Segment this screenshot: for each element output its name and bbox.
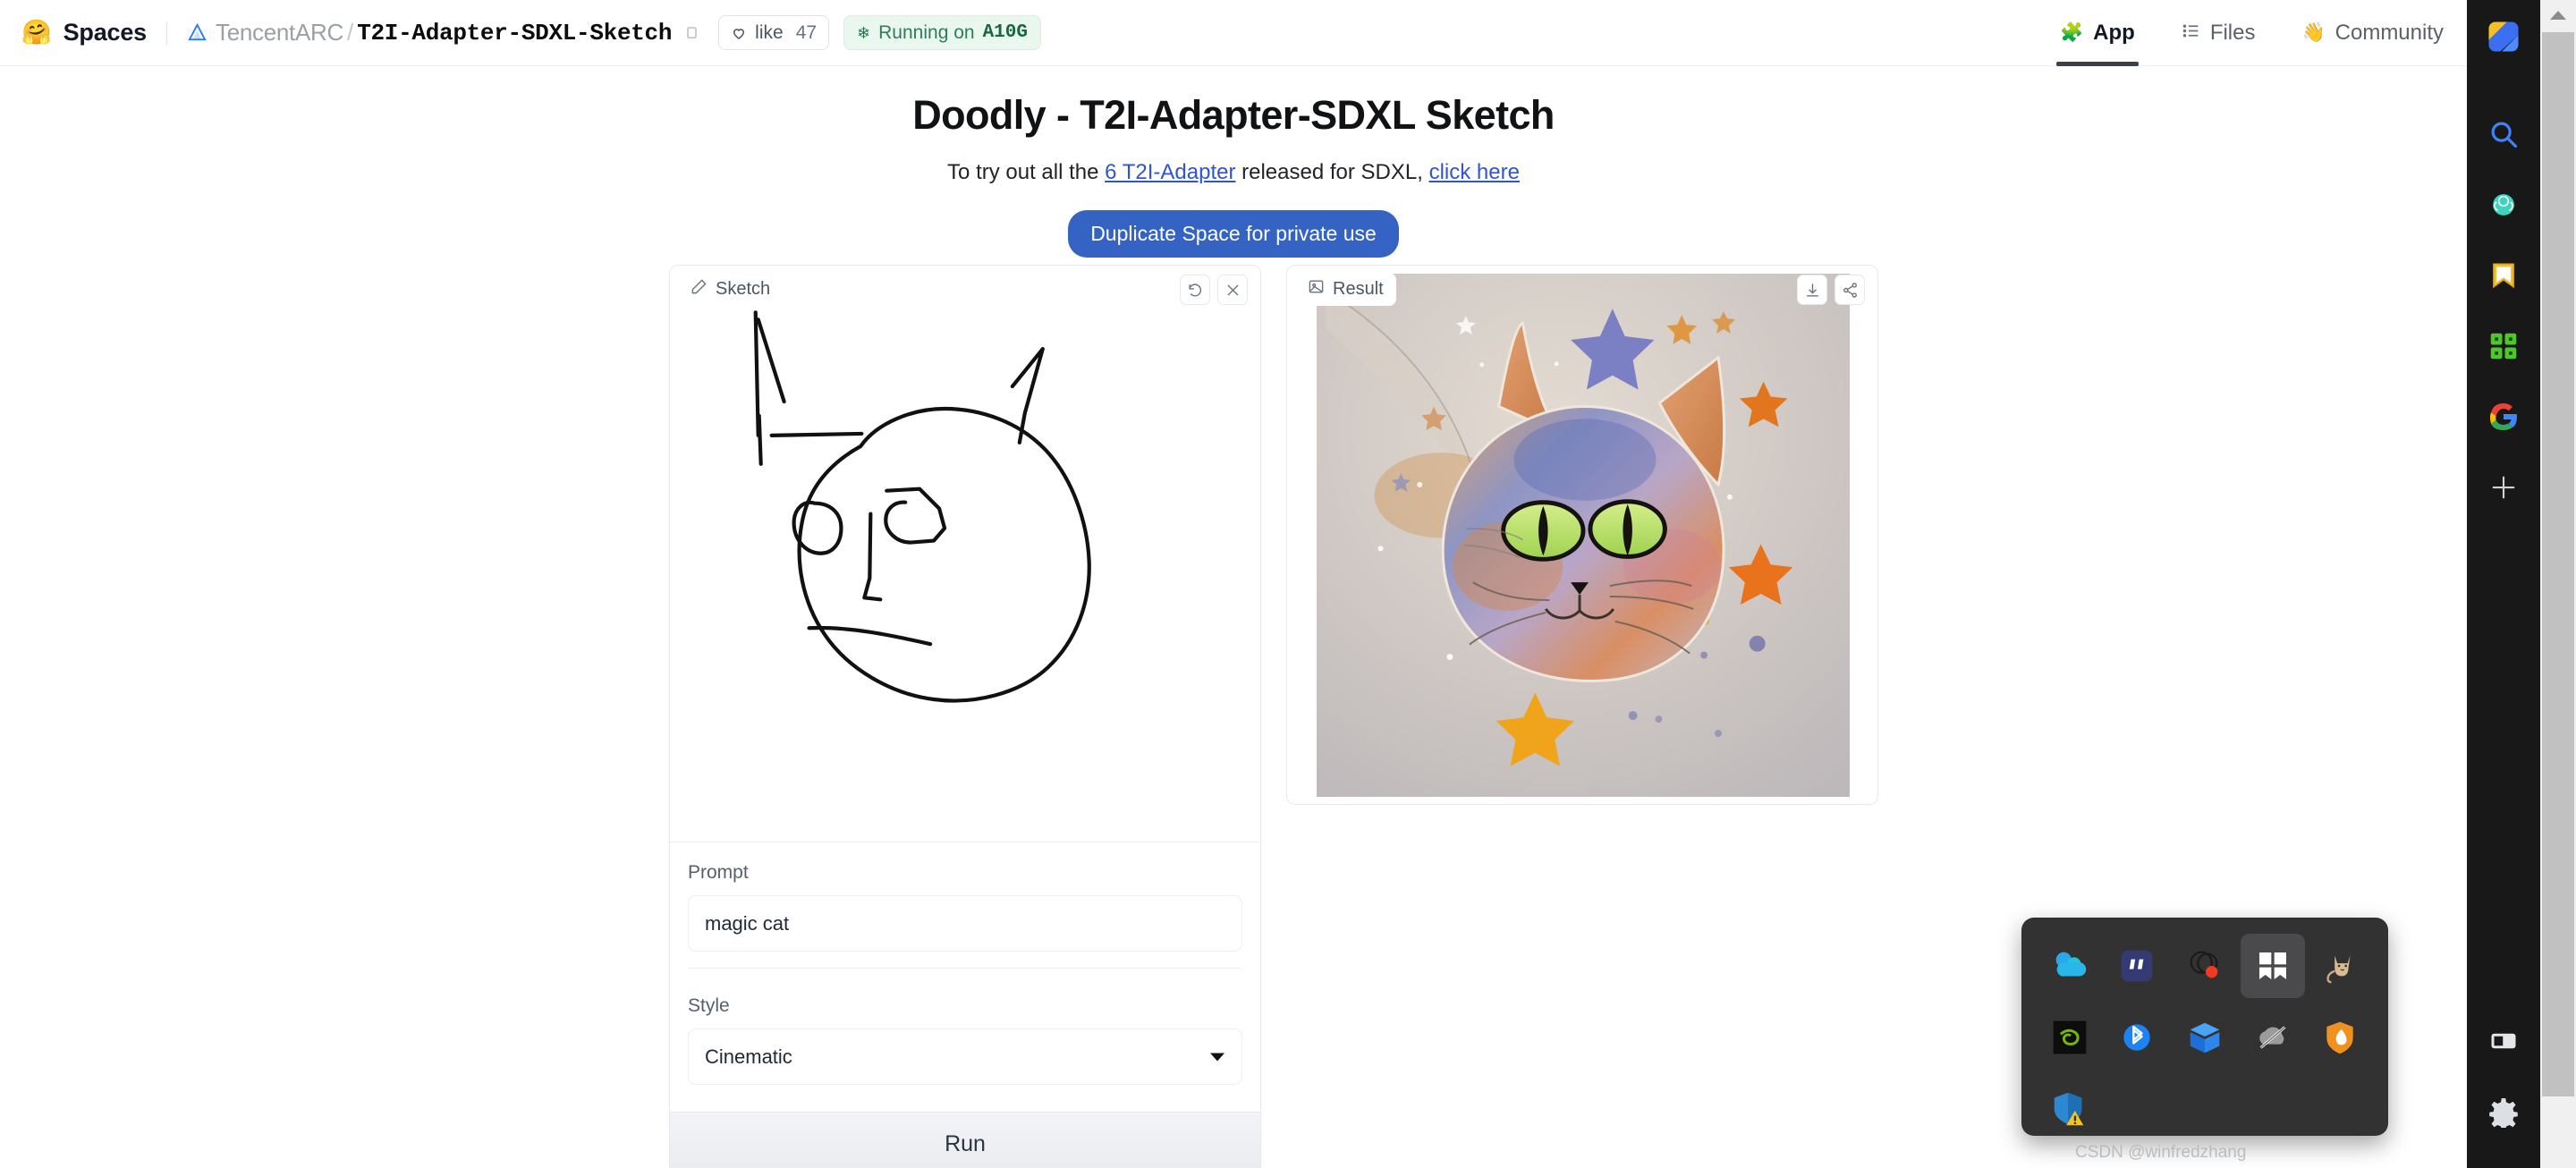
csdn-watermark: CSDN @winfredzhang [2075,1143,2247,1162]
page-subtitle: To try out all the 6 T2I-Adapter release… [0,160,2467,185]
windows-security-warning-icon[interactable] [2038,1077,2102,1141]
gear-icon[interactable] [2478,1086,2529,1138]
undo-button[interactable] [1180,275,1210,305]
runtime-hardware: A10G [982,22,1028,43]
google-icon[interactable] [2478,391,2529,443]
copy-icon[interactable] [682,25,699,41]
style-field-block: Style Cinematic [670,976,1260,1092]
sketch-panel-label: Sketch [716,279,771,299]
clear-sketch-button[interactable] [1217,275,1248,305]
tab-files[interactable]: Files [2158,0,2279,66]
tab-community-label: Community [2334,20,2444,45]
tab-app[interactable]: 🧩 App [2037,0,2158,66]
main-content-row: Sketch Prompt magic cat Style Cinematic … [669,265,1878,1168]
site-header: 🤗 Spaces TencentARC / T2I-Adapter-SDXL-S… [0,0,2467,66]
header-nav-tabs: 🧩 App Files 👋 Community [2037,0,2467,66]
right-app-sidebar [2467,0,2540,1168]
caret-up-icon[interactable] [2540,0,2576,30]
breadcrumb-org[interactable]: TencentARC [216,19,343,47]
fan-icon: ❄ [857,23,871,42]
files-list-icon [2182,21,2200,44]
org-avatar-icon [187,22,208,43]
heart-icon [731,25,747,41]
result-image[interactable] [1317,274,1850,797]
style-selected-value: Cinematic [705,1045,792,1068]
tab-community[interactable]: 👋 Community [2278,0,2467,66]
orange-shield-icon[interactable] [2308,1005,2372,1070]
onedrive-icon[interactable] [2038,934,2102,998]
style-select-wrap: Cinematic [688,1028,1242,1085]
sketch-canvas[interactable]: Sketch [670,266,1260,842]
plus-icon[interactable] [2478,461,2529,513]
sidebar-toggle-icon[interactable] [2478,1015,2529,1067]
breadcrumb: TencentARC / T2I-Adapter-SDXL-Sketch [187,19,699,47]
t2i-adapter-link[interactable]: 6 T2I-Adapter [1105,160,1235,184]
result-panel-actions [1797,275,1865,305]
page-title: Doodly - T2I-Adapter-SDXL Sketch [912,92,1555,138]
search-icon[interactable] [2478,108,2529,160]
header-left-group: 🤗 Spaces TencentARC / T2I-Adapter-SDXL-S… [0,15,1041,50]
hugging-face-emoji-icon: 🤗 [21,19,52,46]
waving-hand-icon: 👋 [2301,22,2326,43]
result-card: Result [1286,265,1878,805]
bluetooth-icon[interactable] [2105,1005,2169,1070]
prompt-input[interactable] [688,895,1242,952]
prompt-field-block: Prompt [670,842,1260,976]
cube-icon: 🧩 [2060,22,2084,43]
title-block: Doodly - T2I-Adapter-SDXL Sketch To try … [0,66,2467,258]
tab-app-label: App [2093,20,2135,45]
duplicate-space-button[interactable]: Duplicate Space for private use [1068,210,1399,258]
subtitle-prefix: To try out all the [947,160,1106,184]
runtime-label: Running on [878,21,975,43]
run-button[interactable]: Run [670,1112,1260,1168]
grid-apps-icon[interactable] [2478,320,2529,372]
nvidia-icon[interactable] [2038,1005,2102,1070]
field-divider [688,968,1242,969]
sketch-doodle-drawing [753,310,1091,703]
cat-app-icon[interactable] [2308,934,2372,998]
like-button[interactable]: like 47 [718,15,830,50]
style-label: Style [688,995,730,1016]
quote-app-icon[interactable] [2105,934,2169,998]
browser-page: 🤗 Spaces TencentARC / T2I-Adapter-SDXL-S… [0,0,2467,1168]
style-select[interactable]: Cinematic [688,1028,1242,1085]
chevron-down-icon[interactable] [1210,1053,1224,1061]
wechat-icon[interactable] [2173,934,2237,998]
sketch-panel-actions [1180,275,1248,305]
sketch-card: Sketch Prompt magic cat Style Cinematic … [669,265,1261,1168]
click-here-link[interactable]: click here [1429,160,1520,184]
openai-icon[interactable] [2478,179,2529,231]
header-divider [166,21,167,45]
result-panel-label: Result [1333,279,1384,299]
bookmark-icon[interactable] [2478,250,2529,301]
page-scrollbar[interactable] [2540,0,2576,1168]
breadcrumb-space-name[interactable]: T2I-Adapter-SDXL-Sketch [357,20,672,47]
download-button[interactable] [1797,275,1827,305]
system-tray-dock [2021,918,2388,1136]
image-icon [1308,278,1325,300]
scrollbar-thumb[interactable] [2542,32,2574,1096]
cloud-offline-icon[interactable] [2241,1005,2305,1070]
windows-start-icon[interactable] [2240,934,2305,998]
app-logo-icon[interactable] [2478,11,2529,63]
pencil-icon [691,278,708,300]
tab-files-label: Files [2209,20,2256,45]
sketch-panel-tab: Sketch [681,273,784,306]
like-count: 47 [795,21,818,43]
share-button[interactable] [1835,275,1865,305]
spaces-label[interactable]: Spaces [64,19,148,47]
subtitle-middle: released for SDXL, [1235,160,1429,184]
like-label: like [755,21,784,43]
generated-cat-image [1317,274,1850,797]
breadcrumb-slash: / [346,19,354,46]
result-panel-tab: Result [1298,273,1396,306]
prompt-label: Prompt [688,862,749,883]
runtime-status-badge[interactable]: ❄ Running on A10G [843,15,1041,50]
blue-cube-icon[interactable] [2173,1005,2237,1070]
